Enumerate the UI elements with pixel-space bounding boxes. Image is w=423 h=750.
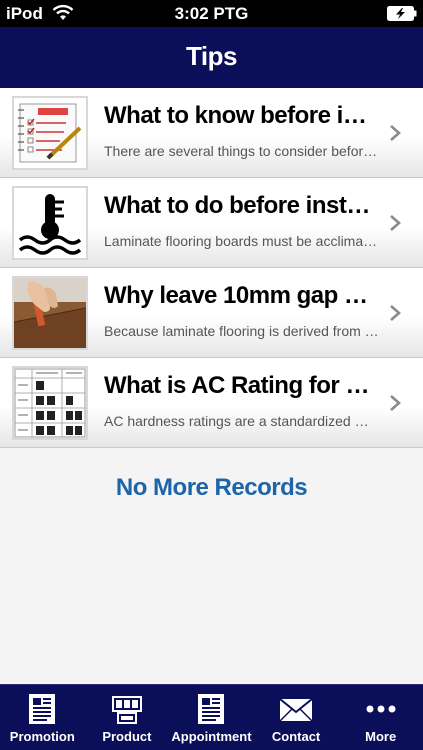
- tab-more[interactable]: More: [338, 685, 423, 750]
- tip-title: What is AC Rating for la…: [104, 372, 374, 399]
- tab-label: Product: [102, 729, 152, 744]
- tip-subtitle: Laminate flooring boards must be acclima…: [104, 233, 378, 249]
- list-item[interactable]: What to do before install… Laminate floo…: [0, 178, 423, 268]
- chevron-right-icon: [390, 215, 401, 231]
- page-title: Tips: [186, 41, 237, 71]
- tab-bar: Promotion Product Appointment Contact Mo…: [0, 684, 423, 750]
- tip-title: What to do before install…: [104, 192, 374, 219]
- envelope-icon: [279, 698, 313, 722]
- product-icon: [111, 696, 142, 724]
- chevron-right-icon: [390, 395, 401, 411]
- newspaper-icon: [29, 694, 56, 724]
- tab-appointment[interactable]: Appointment: [169, 685, 254, 750]
- floor-gap-photo: [12, 276, 88, 350]
- list-item[interactable]: Why leave 10mm gap aro… Because laminate…: [0, 268, 423, 358]
- tab-label: Contact: [271, 729, 321, 744]
- checklist-image: [12, 96, 88, 170]
- status-time: 3:02 PTG: [174, 4, 249, 23]
- tab-label: Promotion: [9, 729, 75, 744]
- tab-label: More: [365, 729, 397, 744]
- list-item[interactable]: What to know before inst… There are seve…: [0, 88, 423, 178]
- tip-title: Why leave 10mm gap aro…: [104, 282, 374, 309]
- navigation-bar: Tips: [0, 27, 423, 88]
- tab-product[interactable]: Product: [85, 685, 170, 750]
- chevron-right-icon: [390, 125, 401, 141]
- thermometer-water-icon: [12, 186, 88, 260]
- tab-promotion[interactable]: Promotion: [0, 685, 85, 750]
- tip-title: What to know before inst…: [104, 102, 374, 129]
- tips-list: What to know before inst… There are seve…: [0, 88, 423, 448]
- ac-rating-chart-image: [12, 366, 88, 440]
- list-item[interactable]: What is AC Rating for la… AC hardness ra…: [0, 358, 423, 448]
- tip-subtitle: Because laminate flooring is derived fro…: [104, 323, 379, 339]
- more-dots-icon: [366, 705, 396, 713]
- tip-subtitle: There are several things to consider bef…: [104, 143, 378, 159]
- tip-subtitle: AC hardness ratings are a standardized m…: [104, 413, 379, 429]
- chevron-right-icon: [390, 305, 401, 321]
- status-bar: iPod 3:02 PTG: [0, 0, 423, 27]
- newspaper-icon: [198, 694, 225, 724]
- tab-contact[interactable]: Contact: [254, 685, 339, 750]
- battery-charging-icon: [387, 6, 417, 21]
- tab-label: Appointment: [171, 729, 252, 744]
- no-more-records-label: No More Records: [115, 474, 308, 501]
